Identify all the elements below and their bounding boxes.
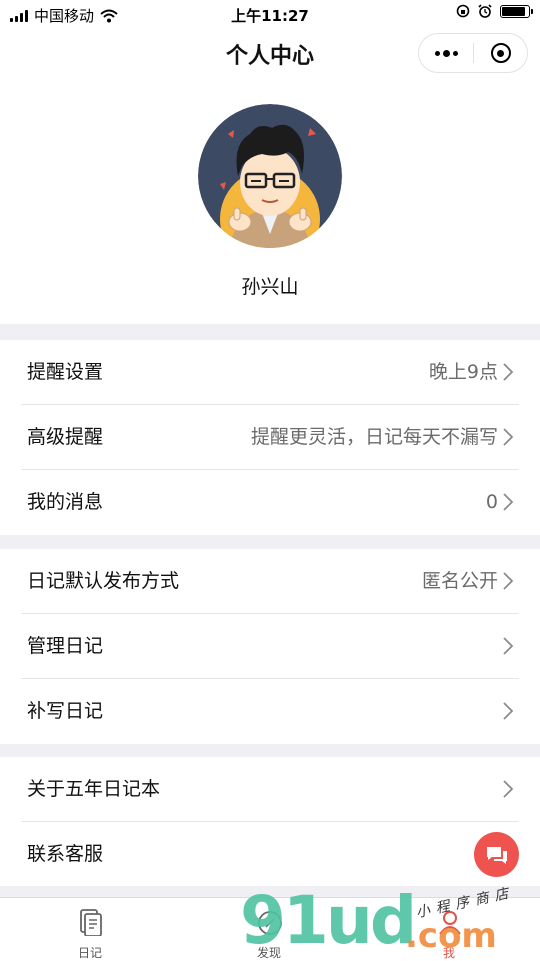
chevron-right-icon (503, 493, 514, 511)
diary-icon (80, 909, 102, 936)
row-value: 0 (485, 491, 498, 513)
row-value: 提醒更灵活，日记每天不漏写 (250, 426, 498, 448)
section-gap (0, 886, 540, 897)
row-default-publish-mode[interactable]: 日记默认发布方式 匿名公开 (0, 549, 540, 614)
chevron-right-icon (503, 363, 514, 381)
navigation-bar: 个人中心 (0, 28, 540, 78)
tab-label: 日记 (77, 946, 102, 960)
tab-diary[interactable]: 日记 (30, 898, 150, 961)
avatar[interactable] (198, 104, 342, 248)
status-bar: 中国移动 上午11:27 (0, 0, 540, 28)
row-contact-support[interactable]: 联系客服 (0, 822, 540, 886)
close-button[interactable] (474, 34, 527, 72)
mini-program-capsule (418, 33, 528, 73)
chevron-right-icon (503, 572, 514, 590)
avatar-illustration (198, 104, 342, 248)
tab-bar: 日记 发现 我 (0, 897, 540, 960)
alarm-icon (478, 4, 492, 18)
customer-service-button[interactable] (474, 832, 519, 877)
target-icon (490, 43, 511, 63)
tab-discover[interactable]: 发现 (209, 898, 329, 961)
rotation-lock-icon (456, 4, 470, 18)
row-value: 匿名公开 (421, 570, 498, 592)
row-label: 高级提醒 (27, 426, 104, 448)
row-manage-diary[interactable]: 管理日记 (0, 614, 540, 679)
row-value: 晚上9点 (428, 361, 498, 383)
chevron-right-icon (503, 780, 514, 798)
row-backfill-diary[interactable]: 补写日记 (0, 679, 540, 744)
row-advanced-reminder[interactable]: 高级提醒 提醒更灵活，日记每天不漏写 (0, 405, 540, 470)
chevron-right-icon (503, 428, 514, 446)
row-label: 日记默认发布方式 (27, 570, 180, 592)
row-label: 联系客服 (27, 843, 104, 865)
row-label: 管理日记 (27, 635, 104, 657)
battery-icon (500, 4, 533, 18)
section-gap (0, 535, 540, 549)
row-about[interactable]: 关于五年日记本 (0, 757, 540, 822)
username: 孙兴山 (241, 276, 299, 298)
row-label: 我的消息 (27, 491, 104, 513)
row-label: 补写日记 (27, 700, 104, 722)
row-reminder-settings[interactable]: 提醒设置 晚上9点 (0, 340, 540, 405)
compass-icon (258, 911, 282, 935)
row-label: 关于五年日记本 (27, 778, 161, 800)
tab-me[interactable]: 我 (389, 898, 509, 961)
section-gap (0, 324, 540, 340)
chevron-right-icon (503, 637, 514, 655)
row-label: 提醒设置 (27, 361, 104, 383)
tab-label: 我 (442, 946, 455, 960)
chat-icon (486, 846, 507, 864)
section-gap (0, 744, 540, 757)
tab-label: 发现 (256, 946, 281, 960)
status-right (456, 4, 533, 18)
chevron-right-icon (503, 702, 514, 720)
user-icon (439, 911, 461, 935)
row-my-messages[interactable]: 我的消息 0 (0, 470, 540, 535)
more-button[interactable] (419, 34, 473, 72)
